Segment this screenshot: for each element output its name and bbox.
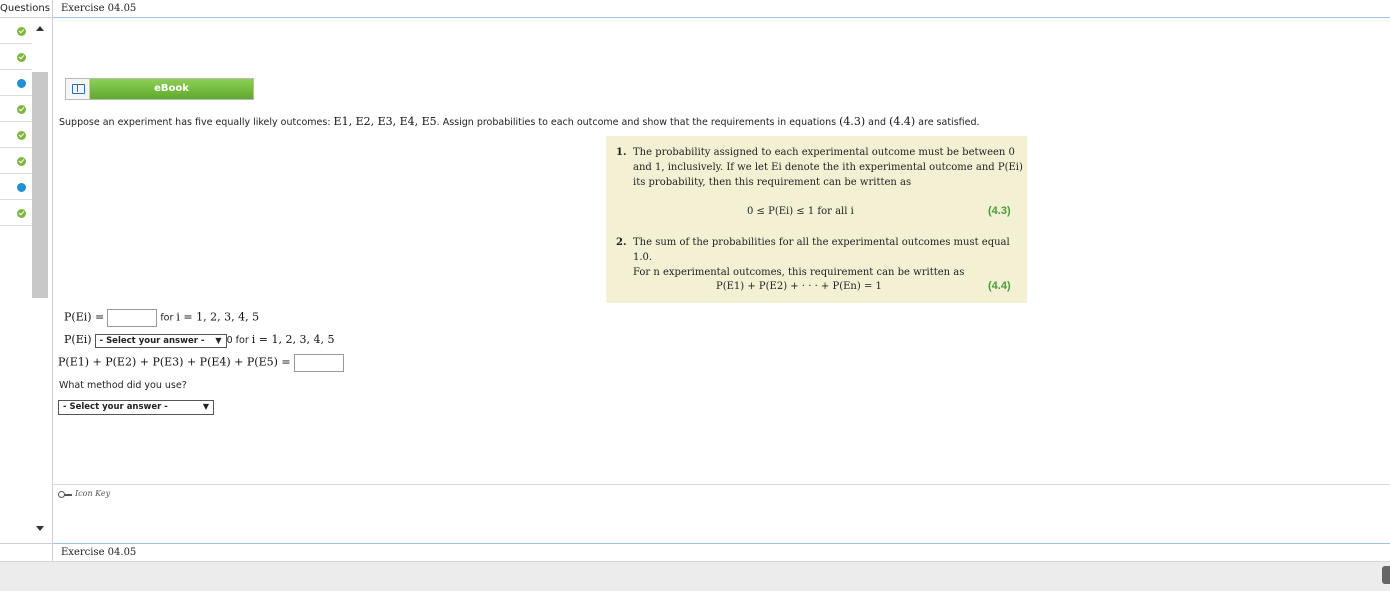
status-bar-handle[interactable] — [1382, 566, 1390, 584]
questions-panel: Questions — [0, 0, 53, 591]
answer-row-2-for: for — [235, 335, 249, 346]
exercise-title: Exercise 04.05 — [61, 3, 137, 14]
requirement-2-line-1: The sum of the probabilities for all the… — [633, 237, 1010, 263]
method-question: What method did you use? — [59, 380, 187, 391]
equation-4-3-number: (4.3) — [988, 205, 1011, 217]
requirement-1-line-2: and 1, inclusively. If we let Ei denote … — [633, 162, 1023, 173]
questions-footer — [0, 543, 52, 561]
checkmark-icon — [17, 27, 26, 36]
exercise-header: Exercise 04.05 — [53, 0, 1390, 18]
ebook-button[interactable]: eBook — [65, 78, 254, 100]
book-icon — [72, 84, 85, 94]
icon-key-link[interactable]: Icon Key — [58, 489, 110, 498]
in-progress-icon — [17, 79, 26, 88]
answer-row-2-zero: 0 — [226, 335, 233, 346]
prompt-eq-ref-2: (4.4) — [889, 115, 916, 128]
question-content: eBook Suppose an experiment has five equ… — [53, 19, 1390, 543]
icon-key-divider — [53, 484, 1390, 485]
question-item-6[interactable] — [0, 148, 32, 174]
equation-4-3: 0 ≤ P(Ei) ≤ 1 for all i — [747, 206, 854, 217]
equation-4-4: P(E1) + P(E2) + · · · + P(En) = 1 — [716, 281, 882, 292]
answer-row-probability: P(Ei) = for i = 1, 2, 3, 4, 5 — [64, 309, 259, 327]
exercise-footer: Exercise 04.05 — [53, 543, 1390, 561]
question-item-8[interactable] — [0, 200, 32, 226]
answer-row-2-range: i = 1, 2, 3, 4, 5 — [251, 333, 335, 346]
questions-scrollbar-thumb[interactable] — [32, 72, 48, 298]
dropdown-arrow-icon: ▼ — [215, 335, 222, 345]
dropdown-arrow-icon: ▼ — [202, 402, 209, 411]
requirement-2-number: 2. — [616, 237, 627, 248]
key-icon — [58, 491, 72, 498]
question-prompt: Suppose an experiment has five equally l… — [59, 115, 980, 128]
prompt-text-middle: . Assign probabilities to each outcome a… — [436, 117, 840, 128]
inequality-select-value: - Select your answer - — [99, 335, 205, 346]
method-select[interactable]: - Select your answer - ▼ — [58, 400, 214, 415]
checkmark-icon — [17, 53, 26, 62]
prompt-text-before: Suppose an experiment has five equally l… — [59, 117, 334, 128]
ebook-label: eBook — [90, 79, 253, 99]
checkmark-icon — [17, 157, 26, 166]
requirement-1-line-1: The probability assigned to each experim… — [633, 147, 1015, 158]
requirements-box: 1. The probability assigned to each expe… — [606, 136, 1027, 303]
question-item-7[interactable] — [0, 174, 32, 200]
icon-key-label: Icon Key — [75, 489, 111, 498]
requirement-2-text: The sum of the probabilities for all the… — [633, 235, 1027, 280]
question-item-4[interactable] — [0, 96, 32, 122]
method-select-value: - Select your answer - — [63, 402, 168, 412]
question-item-5[interactable] — [0, 122, 32, 148]
answer-row-sum: P(E1) + P(E2) + P(E3) + P(E4) + P(E5) = — [58, 354, 344, 372]
prompt-eq-ref-1: (4.3) — [839, 115, 866, 128]
status-bar — [0, 561, 1390, 591]
requirement-1-text: The probability assigned to each experim… — [633, 145, 1023, 190]
answer-row-1-lhs: P(Ei) = — [64, 310, 105, 324]
questions-header: Questions — [0, 0, 52, 18]
requirement-1-number: 1. — [616, 147, 627, 158]
requirement-2-line-2: For n experimental outcomes, this requir… — [633, 267, 965, 278]
probability-input[interactable] — [107, 309, 158, 327]
checkmark-icon — [17, 131, 26, 140]
checkmark-icon — [17, 105, 26, 114]
answer-row-1-for: for — [160, 312, 174, 324]
app-window: Questions Exercise 04.05 eBook Suppose a… — [0, 0, 1390, 591]
question-item-2[interactable] — [0, 44, 32, 70]
checkmark-icon — [17, 209, 26, 218]
ebook-icon-box — [66, 79, 90, 99]
prompt-outcomes: E1, E2, E3, E4, E5 — [333, 115, 437, 128]
prompt-text-and: and — [865, 117, 890, 128]
answer-row-inequality: P(Ei) - Select your answer - ▼ 0 for i = 1… — [64, 333, 334, 348]
question-item-1[interactable] — [0, 18, 32, 44]
answer-row-1-range: i = 1, 2, 3, 4, 5 — [176, 310, 260, 324]
question-item-3[interactable] — [0, 70, 32, 96]
answer-row-2-lhs: P(Ei) — [64, 333, 92, 346]
in-progress-icon — [17, 183, 26, 192]
sum-input[interactable] — [293, 354, 344, 372]
footer-exercise-title: Exercise 04.05 — [61, 547, 137, 558]
requirement-1-line-3: its probability, then this requirement c… — [633, 177, 912, 188]
inequality-select[interactable]: - Select your answer - ▼ — [94, 333, 227, 348]
scroll-up-icon[interactable] — [36, 26, 44, 31]
equation-4-4-number: (4.4) — [988, 280, 1011, 292]
prompt-text-after: are satisfied. — [915, 117, 980, 128]
scroll-down-icon[interactable] — [36, 526, 44, 531]
answer-row-3-lhs: P(E1) + P(E2) + P(E3) + P(E4) + P(E5) = — [58, 355, 291, 369]
